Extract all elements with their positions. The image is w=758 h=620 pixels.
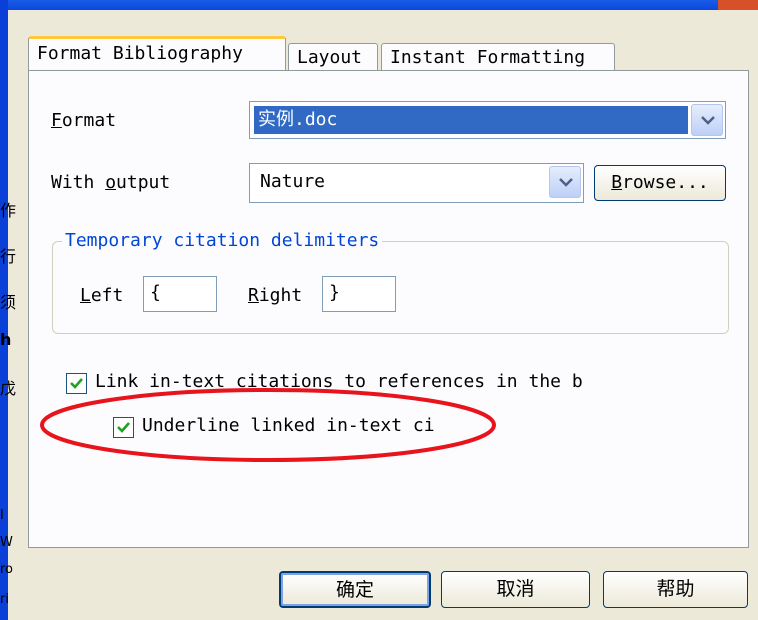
browse-label-rest: rowse... bbox=[622, 172, 709, 193]
cancel-button[interactable]: 取消 bbox=[441, 571, 590, 608]
output-label: With output bbox=[51, 172, 170, 193]
background-text-fragment: ri bbox=[0, 592, 9, 607]
link-citations-checkbox[interactable] bbox=[66, 373, 87, 394]
background-text-fragment: 戊 bbox=[0, 379, 17, 398]
background-text-fragment: 作 bbox=[0, 201, 17, 220]
tab-format-bibliography[interactable]: Format Bibliography bbox=[28, 36, 286, 70]
output-selected-value: Nature bbox=[260, 171, 326, 192]
browse-button[interactable]: Browse... bbox=[594, 165, 726, 201]
underline-citations-checkbox[interactable] bbox=[113, 417, 134, 438]
output-style-dropdown[interactable]: Nature bbox=[249, 163, 584, 203]
output-label-prefix: With bbox=[51, 172, 106, 193]
checkmark-icon bbox=[117, 422, 130, 433]
format-dropdown[interactable]: 实例.doc bbox=[249, 101, 726, 139]
background-text-fragment: 须 bbox=[0, 293, 17, 312]
output-dropdown-button[interactable] bbox=[549, 166, 581, 198]
tab-layout[interactable]: Layout bbox=[288, 43, 378, 71]
left-delimiter-label: Left bbox=[80, 285, 123, 306]
checkmark-icon bbox=[70, 378, 83, 389]
background-text-fragment: I bbox=[0, 508, 4, 523]
background-text-fragment: ro bbox=[0, 562, 14, 577]
chevron-down-icon bbox=[559, 178, 573, 187]
right-mnemonic: R bbox=[248, 285, 259, 306]
delimiters-legend: Temporary citation delimiters bbox=[62, 230, 383, 251]
underline-citations-label[interactable]: Underline linked in-text ci bbox=[142, 415, 497, 436]
background-text-fragment: W bbox=[0, 535, 13, 550]
left-delimiter-input[interactable]: { bbox=[143, 276, 217, 312]
background-text-fragment: h bbox=[0, 330, 12, 349]
window-titlebar bbox=[0, 0, 758, 10]
right-delimiter-label: Right bbox=[248, 285, 302, 306]
browse-mnemonic: B bbox=[611, 172, 623, 193]
help-button[interactable]: 帮助 bbox=[603, 571, 748, 608]
format-selected-value: 实例.doc bbox=[254, 106, 688, 134]
tab-instant-formatting[interactable]: Instant Formatting bbox=[381, 43, 615, 71]
ok-button[interactable]: 确定 bbox=[279, 571, 431, 608]
output-label-suffix: utput bbox=[116, 172, 171, 193]
left-label-rest: eft bbox=[90, 285, 124, 306]
left-mnemonic: L bbox=[80, 285, 91, 306]
link-citations-label[interactable]: Link in-text citations to references in … bbox=[95, 371, 647, 392]
background-text-fragment: 行 bbox=[0, 247, 17, 266]
right-label-rest: ight bbox=[258, 285, 303, 306]
output-label-mnemonic: o bbox=[105, 172, 117, 193]
chevron-down-icon bbox=[701, 116, 715, 125]
format-dropdown-button[interactable] bbox=[691, 104, 723, 136]
right-delimiter-input[interactable]: } bbox=[322, 276, 396, 312]
format-label: Format bbox=[51, 110, 116, 131]
format-label-text: ormat bbox=[61, 110, 117, 131]
format-label-mnemonic: F bbox=[51, 110, 62, 131]
